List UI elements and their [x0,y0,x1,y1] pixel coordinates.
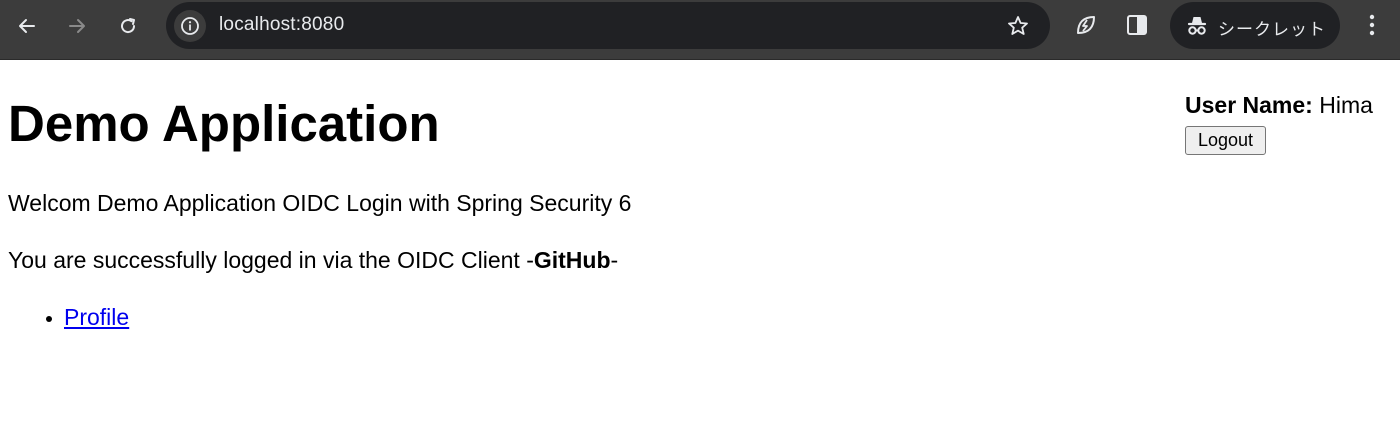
arrow-left-icon [19,19,35,33]
browser-toolbar: localhost:8080 シークレット [0,0,1400,60]
info-icon [181,17,199,35]
login-prefix: You are successfully logged in via the O… [8,247,534,273]
address-bar[interactable]: localhost:8080 [166,2,1050,49]
forward-button[interactable] [61,10,93,42]
link-list: Profile [40,304,129,331]
back-button[interactable] [11,10,43,42]
site-info-button[interactable] [174,10,206,42]
welcome-text: Welcom Demo Application OIDC Login with … [8,190,632,216]
login-suffix: - [610,247,619,273]
more-vert-icon[interactable] [1360,12,1384,38]
login-client-name: GitHub [533,247,611,273]
bullet-icon [46,316,52,322]
user-panel: User Name: Hima Logout [1185,92,1373,155]
incognito-icon [1187,17,1207,35]
reload-button[interactable] [112,10,144,42]
logout-button[interactable]: Logout [1185,126,1266,155]
profile-link[interactable]: Profile [64,304,129,330]
user-name-value: Hima [1319,92,1373,118]
incognito-label: シークレット [1218,20,1326,39]
leaf-icon[interactable] [1073,12,1099,38]
login-status-text: You are successfully logged in via the O… [8,247,618,274]
user-name-label: User Name: [1185,92,1313,118]
page-title: Demo Application [8,95,440,152]
page-content: Demo Application Welcom Demo Application… [0,60,1400,434]
list-item: Profile [40,304,129,331]
arrow-right-icon [69,19,85,33]
user-name-line: User Name: Hima [1185,92,1373,119]
url-text[interactable]: localhost:8080 [219,14,344,36]
star-icon[interactable] [1006,14,1030,38]
side-panel-icon[interactable] [1124,12,1150,38]
reload-icon [121,18,136,34]
incognito-profile-chip[interactable]: シークレット [1170,2,1340,49]
